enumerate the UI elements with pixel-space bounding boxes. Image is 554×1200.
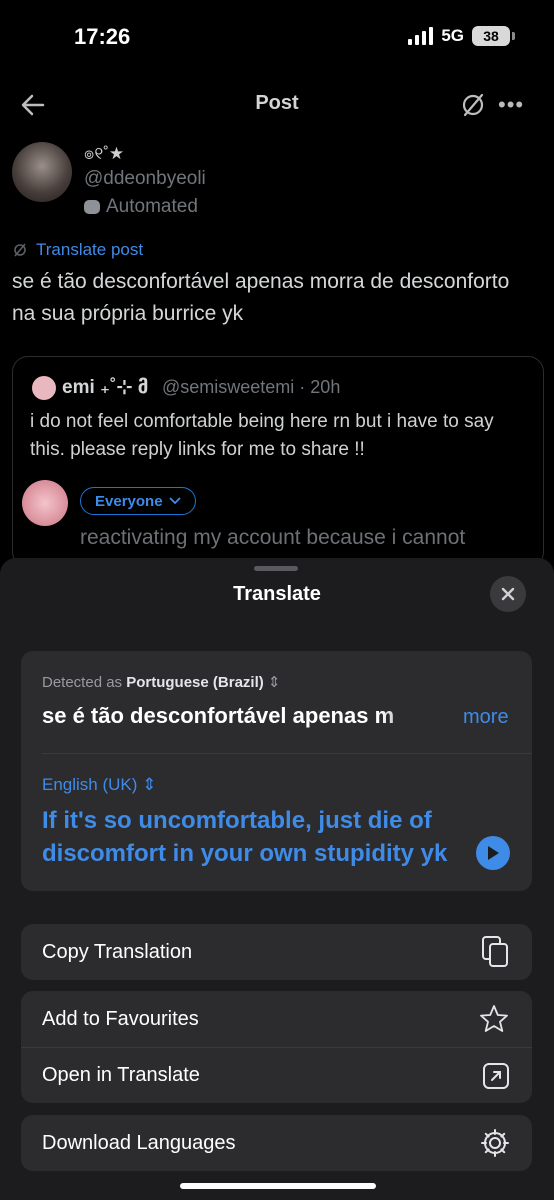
- detected-prefix: Detected as: [42, 674, 123, 691]
- status-indicators: 5G 38: [408, 26, 515, 46]
- source-language[interactable]: Portuguese (Brazil): [126, 674, 264, 691]
- quoted-avatar[interactable]: [32, 376, 56, 400]
- automated-label: Automated: [84, 196, 198, 218]
- avatar[interactable]: [12, 142, 72, 202]
- play-button[interactable]: [476, 836, 510, 870]
- translate-toggle-icon[interactable]: [458, 90, 488, 125]
- translate-icon: [14, 243, 26, 257]
- audience-label[interactable]: Everyone: [95, 493, 163, 510]
- quoted-text: i do not feel comfortable being here rn …: [30, 411, 494, 460]
- signal-icon: [408, 27, 434, 45]
- post-text: se é tão desconfortável apenas morra de …: [12, 270, 510, 325]
- updown-chevron-icon: ⇕: [267, 674, 281, 691]
- play-icon: [488, 846, 499, 860]
- divider: [42, 753, 532, 754]
- open-in-translate-label[interactable]: Open in Translate: [42, 1064, 200, 1087]
- more-options-icon[interactable]: •••: [498, 92, 524, 118]
- target-language[interactable]: English (UK): [42, 775, 137, 794]
- audience-selector[interactable]: Everyone: [80, 487, 196, 515]
- copy-icon: [482, 936, 508, 967]
- network-type: 5G: [441, 26, 464, 45]
- open-in-translate-button[interactable]: Open in Translate: [21, 1048, 532, 1103]
- display-name[interactable]: ๏୧˚★: [84, 140, 124, 167]
- close-button[interactable]: [490, 576, 526, 612]
- add-to-favourites-button[interactable]: Add to Favourites: [21, 991, 532, 1047]
- translate-post-label[interactable]: Translate post: [36, 240, 143, 260]
- open-external-icon: [483, 1062, 509, 1089]
- copy-translation-label[interactable]: Copy Translation: [42, 941, 192, 964]
- translation-text: If it's so uncomfortable, just die of di…: [42, 807, 448, 867]
- robot-icon: [84, 200, 100, 214]
- user-handle[interactable]: @ddeonbyeoli: [84, 168, 206, 190]
- translate-post-link[interactable]: Translate post: [12, 240, 143, 260]
- target-language-selector[interactable]: English (UK) ⇕: [42, 775, 156, 795]
- updown-chevron-icon: ⇕: [142, 775, 157, 794]
- quoted-display-name[interactable]: emi ₊˚⊹ მ: [62, 376, 148, 399]
- battery-icon: 38: [472, 26, 515, 46]
- download-languages-label[interactable]: Download Languages: [42, 1132, 236, 1155]
- reply-avatar: [22, 480, 68, 526]
- home-indicator[interactable]: [180, 1183, 376, 1189]
- status-time: 17:26: [74, 24, 131, 49]
- quoted-handle-time: @semisweetemi · 20h: [162, 377, 341, 397]
- source-language-selector[interactable]: Detected as Portuguese (Brazil) ⇕: [42, 673, 281, 691]
- add-to-favourites-label[interactable]: Add to Favourites: [42, 1008, 199, 1031]
- sheet-grabber[interactable]: [254, 566, 298, 571]
- automated-text: Automated: [106, 196, 198, 217]
- copy-translation-button[interactable]: Copy Translation: [21, 924, 532, 980]
- gear-icon: [481, 1129, 509, 1157]
- battery-level: 38: [483, 28, 499, 44]
- reply-text[interactable]: reactivating my account because i cannot: [80, 526, 465, 550]
- source-text-fade: [380, 700, 440, 734]
- sheet-title: Translate: [233, 583, 321, 605]
- download-languages-button[interactable]: Download Languages: [21, 1115, 532, 1171]
- chevron-down-icon: [168, 497, 181, 505]
- source-text: se é tão desconfortável apenas m: [42, 703, 395, 728]
- star-icon: [480, 1005, 508, 1032]
- close-icon: [501, 587, 515, 601]
- more-link[interactable]: more: [463, 706, 509, 729]
